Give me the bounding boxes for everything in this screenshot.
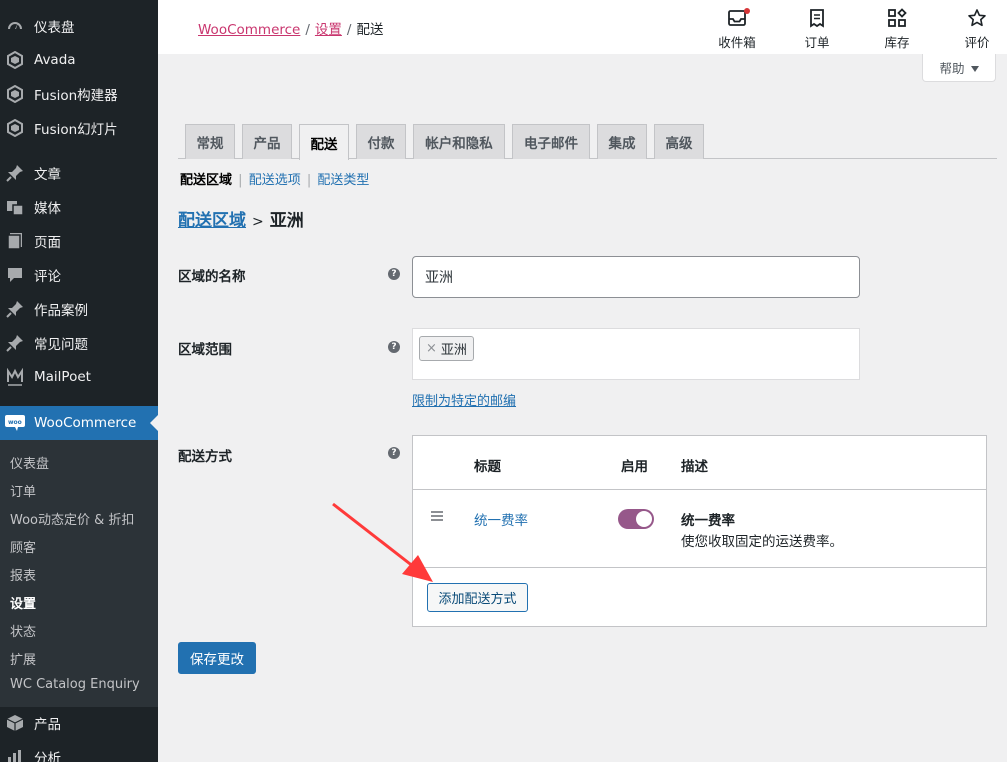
annotation-arrow-icon	[332, 502, 433, 582]
